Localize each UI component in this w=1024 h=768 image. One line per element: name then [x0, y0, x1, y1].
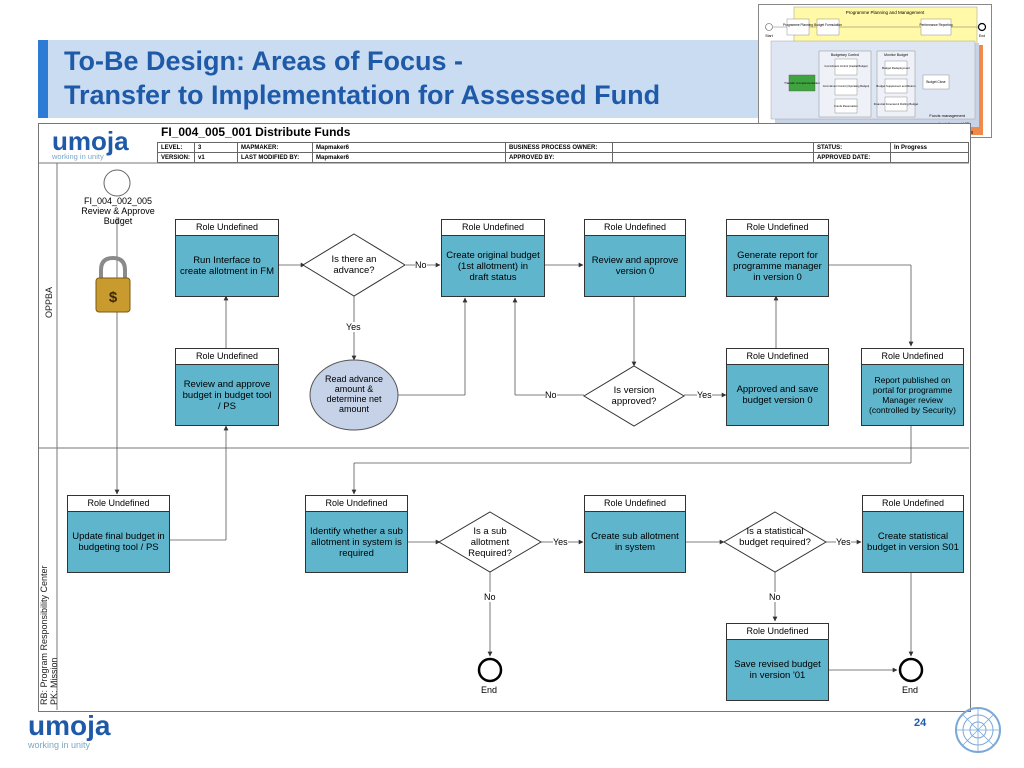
create-budget-line2: (1st allotment) in	[457, 260, 529, 272]
lane-mission: PK: Mission	[49, 657, 59, 705]
label-yes-stat: Yes	[836, 537, 851, 547]
lane-oppba: OPPBA	[44, 286, 54, 318]
task-report-published: Role Undefined Report published on porta…	[861, 348, 964, 426]
lane-program-center: RB: Program Responsibility Center	[39, 565, 49, 705]
task-identify-sub-allotment: Role Undefined Identify whether a sub al…	[305, 495, 408, 573]
label-no-stat: No	[769, 592, 781, 602]
task-text: Report published on portal for programme…	[869, 375, 956, 415]
read-advance-text: Read advance amount & determine net amou…	[324, 374, 384, 414]
task-text: Generate report for programme manager in…	[733, 249, 822, 283]
role-label: Role Undefined	[727, 349, 828, 365]
start-event-sub: Review & Approve Budget	[81, 206, 155, 226]
decision-version-text: Is version approved?	[611, 385, 657, 407]
page-number: 24	[914, 717, 927, 729]
end-label-1: End	[481, 685, 498, 695]
task-review-version-0: Role Undefined Review and approve versio…	[584, 219, 686, 297]
footer-logo-tagline: working in unity	[28, 740, 91, 750]
start-event-id: FI_004_002_005	[83, 196, 153, 206]
role-label: Role Undefined	[176, 220, 278, 236]
create-budget-line3: draft status	[469, 271, 517, 283]
task-generate-report: Role Undefined Generate report for progr…	[726, 219, 829, 297]
role-label: Role Undefined	[585, 220, 685, 236]
decision-advance-text: Is there an advance?	[331, 254, 377, 276]
task-update-final-budget: Role Undefined Update final budget in bu…	[67, 495, 170, 573]
end-event-1	[477, 657, 503, 683]
end-event-2	[898, 657, 924, 683]
footer-logo-word: umoja	[28, 710, 111, 741]
task-create-statistical-budget: Role Undefined Create statistical budget…	[862, 495, 964, 573]
task-review-budget-tool: Role Undefined Review and approve budget…	[175, 348, 279, 426]
task-text: Create original budget (1st allotment) i…	[442, 236, 544, 296]
padlock-icon: $	[95, 255, 131, 313]
label-no-advance: No	[415, 260, 427, 270]
task-text: Identify whether a sub allotment in syst…	[310, 525, 403, 559]
svg-text:$: $	[109, 289, 118, 306]
task-run-interface: Role Undefined Run Interface to create a…	[175, 219, 279, 297]
label-yes-version: Yes	[697, 390, 712, 400]
role-label: Role Undefined	[585, 496, 685, 512]
role-label: Role Undefined	[442, 220, 544, 236]
role-label: Role Undefined	[862, 349, 963, 365]
task-text: Update final budget in budgeting tool / …	[72, 531, 165, 553]
start-event	[103, 169, 131, 197]
role-label: Role Undefined	[727, 624, 828, 640]
end-label-2: End	[902, 685, 919, 695]
decision-stat-text: Is a statistical budget required?	[739, 526, 811, 548]
decision-sub-text: Is a sub allotment Required?	[468, 526, 512, 559]
task-text: Create statistical budget in version S01	[867, 531, 959, 553]
task-text: Approved and save budget version 0	[736, 384, 819, 406]
task-save-revised-budget: Role Undefined Save revised budget in ve…	[726, 623, 829, 701]
task-text: Review and approve budget in budget tool…	[182, 378, 272, 412]
role-label: Role Undefined	[863, 496, 963, 512]
task-text: Run Interface to create allotment in FM	[180, 255, 274, 277]
label-yes-advance: Yes	[346, 322, 361, 332]
task-text: Review and approve version 0	[591, 255, 679, 277]
label-yes-sub: Yes	[553, 537, 568, 547]
task-text: Save revised budget in version '01	[734, 659, 821, 681]
task-approved-save: Role Undefined Approved and save budget …	[726, 348, 829, 426]
footer-logo: umoja working in unity	[28, 710, 111, 751]
un-emblem-icon	[955, 707, 1001, 753]
label-no-version: No	[545, 390, 557, 400]
task-text: Create sub allotment in system	[591, 531, 679, 553]
start-event-label: FI_004_002_005 Review & Approve Budget	[68, 196, 168, 226]
role-label: Role Undefined	[306, 496, 407, 512]
task-create-sub-allotment: Role Undefined Create sub allotment in s…	[584, 495, 686, 573]
role-label: Role Undefined	[68, 496, 169, 512]
label-no-sub: No	[484, 592, 496, 602]
create-budget-line1: Create original budget	[446, 249, 540, 261]
role-label: Role Undefined	[176, 349, 278, 365]
role-label: Role Undefined	[727, 220, 828, 236]
task-create-original-budget: Role Undefined Create original budget (1…	[441, 219, 545, 297]
